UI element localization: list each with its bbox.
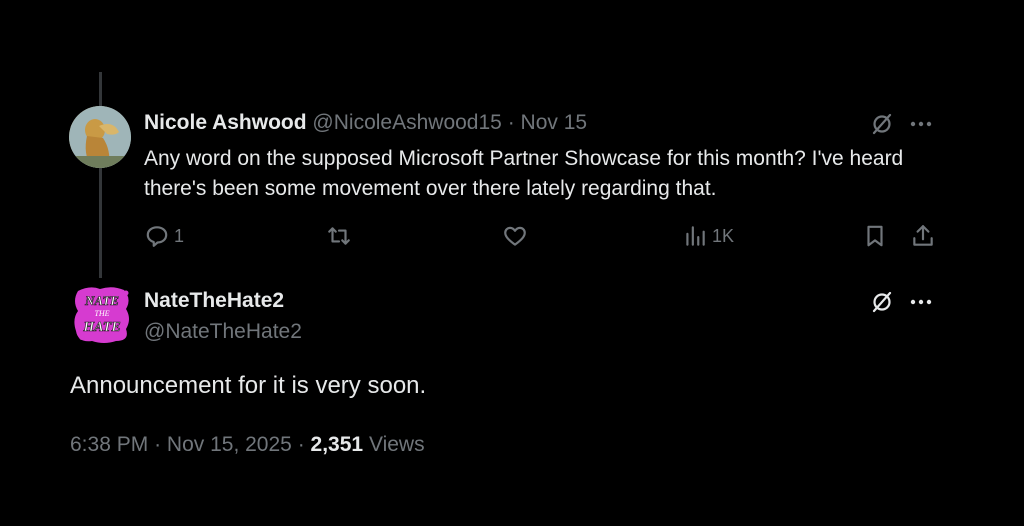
grok-icon[interactable] — [868, 110, 896, 138]
like-icon — [502, 223, 528, 249]
more-icon[interactable] — [906, 288, 936, 316]
separator-dot: · — [507, 111, 515, 134]
logo-text-hate: HATE — [82, 320, 120, 335]
tweet-time[interactable]: 6:38 PM — [70, 433, 148, 456]
more-icon[interactable] — [906, 110, 936, 138]
avatar[interactable]: NATE THE HATE — [72, 285, 132, 345]
tweet-thread: Nicole Ashwood @NicoleAshwood15 · Nov 15… — [0, 0, 1024, 526]
reply-tweet-header: Nicole Ashwood @NicoleAshwood15 · Nov 15 — [144, 110, 587, 136]
avatar[interactable] — [69, 106, 131, 168]
bookmark-button[interactable] — [862, 222, 888, 250]
reply-button[interactable]: 1 — [144, 222, 184, 250]
repost-button[interactable] — [326, 222, 356, 250]
thread-connector-line — [99, 72, 102, 278]
author-name[interactable]: NateTheHate2 — [144, 289, 284, 313]
logo-text-nate: NATE — [84, 293, 119, 308]
bookmark-icon — [862, 223, 888, 249]
repost-icon — [326, 223, 352, 249]
like-button[interactable] — [502, 222, 532, 250]
tweet-date[interactable]: Nov 15 — [521, 111, 588, 134]
tweet-date[interactable]: Nov 15, 2025 — [167, 433, 292, 456]
share-button[interactable] — [910, 222, 936, 250]
author-name[interactable]: Nicole Ashwood — [144, 111, 307, 134]
grok-icon[interactable] — [868, 288, 896, 316]
views-icon — [682, 223, 708, 249]
author-handle[interactable]: @NicoleAshwood15 — [312, 111, 501, 134]
views-button[interactable]: 1K — [682, 222, 734, 250]
separator-dot: · — [154, 433, 162, 456]
reply-tweet-text: Any word on the supposed Microsoft Partn… — [144, 147, 904, 200]
avatar-image — [69, 106, 131, 168]
nate-the-hate-logo: NATE THE HATE — [74, 287, 129, 343]
views-count: 1K — [712, 225, 735, 246]
views-label: Views — [368, 433, 425, 456]
share-icon — [910, 223, 936, 249]
tweet-meta: 6:38 PM · Nov 15, 2025 · 2,351 Views — [70, 433, 425, 457]
author-handle[interactable]: @NateTheHate2 — [144, 320, 302, 344]
logo-text-the: THE — [94, 309, 109, 318]
separator-dot: · — [297, 433, 305, 456]
views-count: 2,351 — [310, 433, 364, 456]
reply-count: 1 — [174, 225, 185, 246]
tweet-action-bar: 1 1K — [144, 222, 944, 250]
reply-icon — [144, 223, 170, 249]
main-tweet-text: Announcement for it is very soon. — [70, 372, 427, 399]
